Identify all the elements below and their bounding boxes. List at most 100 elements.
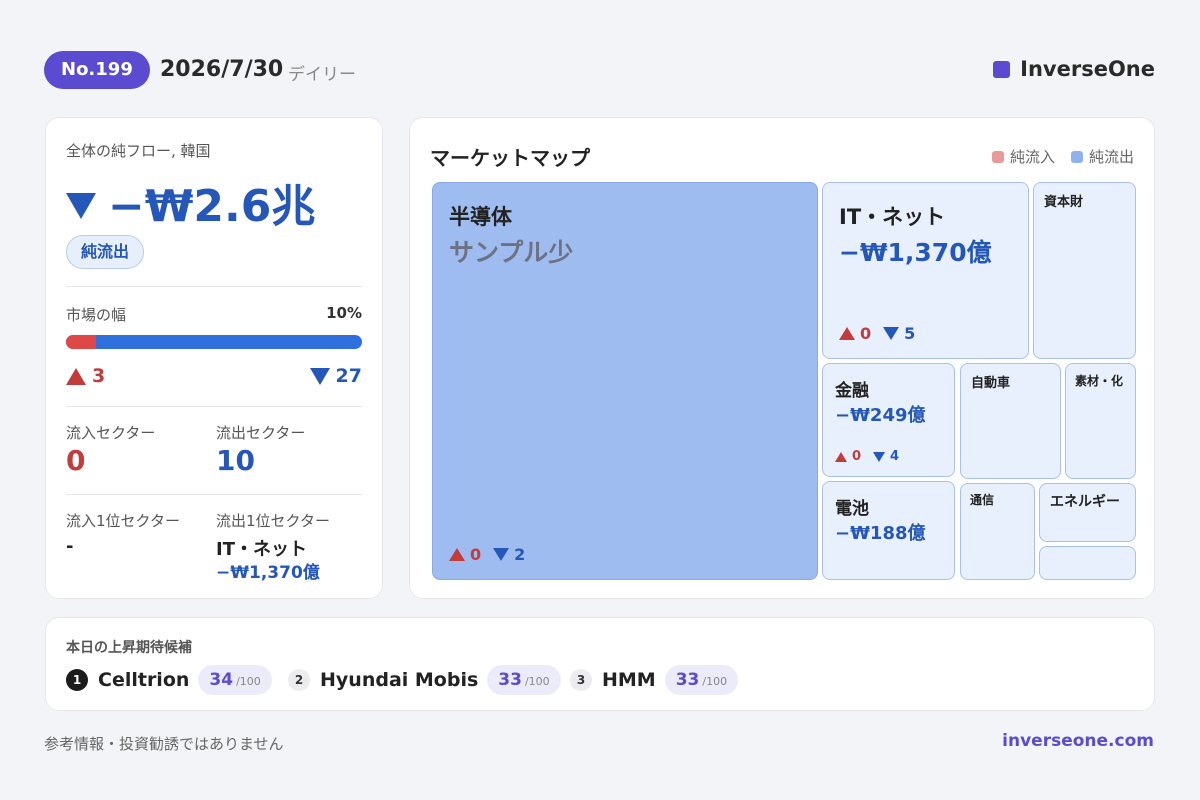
sector-tile-materials[interactable]: 素材・化 xyxy=(1065,363,1136,479)
up-arrow-icon xyxy=(839,327,855,340)
outflow-swatch-icon xyxy=(1070,150,1083,163)
pick-score: 34 /100 xyxy=(198,665,272,695)
down-arrow-icon xyxy=(66,193,96,219)
up-arrow-icon xyxy=(835,451,847,462)
decliners-value: 27 xyxy=(335,365,362,387)
sector-tile-unlabeled[interactable] xyxy=(1039,546,1136,580)
rise-candidates-card: 本日の上昇期待候補 1 Celltrion 34 /100 2 Hyundai … xyxy=(45,617,1155,711)
sector-name: 電池 xyxy=(835,499,869,519)
score-max: /100 xyxy=(236,675,261,688)
down-arrow-icon xyxy=(309,367,330,385)
sector-value: −₩188億 xyxy=(835,523,926,544)
up-arrow-icon xyxy=(66,367,86,385)
rank-badge: 3 xyxy=(570,669,592,691)
score-value: 34 xyxy=(209,670,234,690)
down-count: 5 xyxy=(883,324,915,343)
sector-counts: 0 5 xyxy=(839,324,915,343)
brand-logo-icon xyxy=(993,60,1011,78)
pick-item[interactable]: 3 HMM 33 /100 xyxy=(570,665,739,695)
picks-title: 本日の上昇期待候補 xyxy=(66,640,192,656)
advancers-count: 3 xyxy=(66,365,105,387)
legend-outflow: 純流出 xyxy=(1070,146,1134,167)
pick-name: Hyundai Mobis xyxy=(320,669,479,691)
breadth-bar-fill xyxy=(66,335,96,349)
divider xyxy=(66,286,362,287)
down-count-value: 2 xyxy=(514,545,526,564)
up-arrow-icon xyxy=(449,548,465,561)
sector-counts: 0 4 xyxy=(835,449,899,464)
header: No.199 2026/7/30 デイリー InverseOne xyxy=(44,51,1155,91)
sector-tile-semiconductors[interactable]: 半導体 サンプル少 0 2 xyxy=(432,182,818,580)
market-map-card: マーケットマップ 純流入 純流出 半導体 サンプル少 0 2 IT・ネット −₩… xyxy=(409,117,1155,599)
sector-tile-telecom[interactable]: 通信 xyxy=(960,483,1035,580)
up-count: 0 xyxy=(835,449,861,464)
pick-item[interactable]: 2 Hyundai Mobis 33 /100 xyxy=(288,665,561,695)
top-inflow-label: 流入1位セクター xyxy=(66,512,180,530)
disclaimer: 参考情報・投資勧誘ではありません xyxy=(44,735,284,753)
top-inflow-name: - xyxy=(66,536,74,557)
legend-inflow: 純流入 xyxy=(991,146,1055,167)
market-map-legend: 純流入 純流出 xyxy=(976,146,1134,167)
up-count-value: 0 xyxy=(860,324,872,343)
sector-tile-energy[interactable]: エネルギー xyxy=(1039,483,1136,542)
sector-name: 資本財 xyxy=(1044,195,1084,210)
up-count: 0 xyxy=(839,324,871,343)
breadth-percent: 10% xyxy=(326,304,362,322)
sector-value: −₩1,370億 xyxy=(839,238,992,267)
sector-value: −₩249億 xyxy=(835,405,926,426)
pick-name: Celltrion xyxy=(98,669,190,691)
sector-tile-automobiles[interactable]: 自動車 xyxy=(960,363,1061,479)
advancers-value: 3 xyxy=(92,365,106,387)
top-outflow-label: 流出1位セクター xyxy=(216,512,330,530)
decliners-count: 27 xyxy=(309,365,362,387)
down-count: 2 xyxy=(493,545,525,564)
sector-tile-battery[interactable]: 電池 −₩188億 xyxy=(822,481,955,580)
up-count: 0 xyxy=(449,545,481,564)
legend-inflow-label: 純流入 xyxy=(1009,148,1055,166)
sector-value: サンプル少 xyxy=(449,238,574,267)
up-count-value: 0 xyxy=(470,545,482,564)
pick-item[interactable]: 1 Celltrion 34 /100 xyxy=(66,665,272,695)
brand[interactable]: InverseOne xyxy=(993,57,1155,81)
sector-tile-it-net[interactable]: IT・ネット −₩1,370億 0 5 xyxy=(822,182,1029,359)
sector-name: エネルギー xyxy=(1050,494,1120,510)
net-flow-value: −₩2.6兆 xyxy=(66,170,315,234)
market-map-title: マーケットマップ xyxy=(430,146,590,170)
sector-name: IT・ネット xyxy=(839,205,946,229)
down-count: 4 xyxy=(873,449,899,464)
inflow-swatch-icon xyxy=(991,150,1004,163)
sector-tile-finance[interactable]: 金融 −₩249億 0 4 xyxy=(822,363,955,477)
inflow-sectors-label: 流入セクター xyxy=(66,424,156,442)
top-outflow-value: −₩1,370億 xyxy=(216,563,320,583)
sector-tile-capital-goods[interactable]: 資本財 xyxy=(1033,182,1136,359)
up-count-value: 0 xyxy=(852,449,862,464)
legend-outflow-label: 純流出 xyxy=(1088,148,1134,166)
divider xyxy=(66,406,362,407)
score-value: 33 xyxy=(498,670,522,690)
divider xyxy=(66,494,362,495)
net-flow-amount: −₩2.6兆 xyxy=(108,181,316,232)
sector-name: 通信 xyxy=(970,493,995,507)
score-max: /100 xyxy=(702,675,728,688)
breadth-bar xyxy=(66,335,362,349)
rank-badge: 1 xyxy=(66,669,88,691)
sector-name: 素材・化 xyxy=(1075,374,1124,388)
direction-badge: 純流出 xyxy=(66,235,145,269)
report-date: 2026/7/30 xyxy=(160,57,284,82)
net-flow-summary-card: 全体の純フロー, 韓国 −₩2.6兆 純流出 市場の幅 10% 3 27 流入セ… xyxy=(45,117,383,599)
down-arrow-icon xyxy=(493,548,510,561)
sector-counts: 0 2 xyxy=(449,545,525,564)
issue-badge: No.199 xyxy=(44,51,150,89)
pick-name: HMM xyxy=(602,669,656,691)
outflow-sectors-value: 10 xyxy=(216,444,255,477)
brand-name: InverseOne xyxy=(1020,57,1155,81)
sector-name: 半導体 xyxy=(449,205,512,229)
pick-score: 33 /100 xyxy=(487,665,561,695)
sector-name: 金融 xyxy=(835,381,869,401)
report-frequency: デイリー xyxy=(288,65,356,85)
score-value: 33 xyxy=(675,670,700,690)
inflow-sectors-value: 0 xyxy=(66,444,86,477)
site-link[interactable]: inverseone.com xyxy=(1002,731,1154,751)
down-arrow-icon xyxy=(883,327,900,340)
score-max: /100 xyxy=(524,675,550,688)
